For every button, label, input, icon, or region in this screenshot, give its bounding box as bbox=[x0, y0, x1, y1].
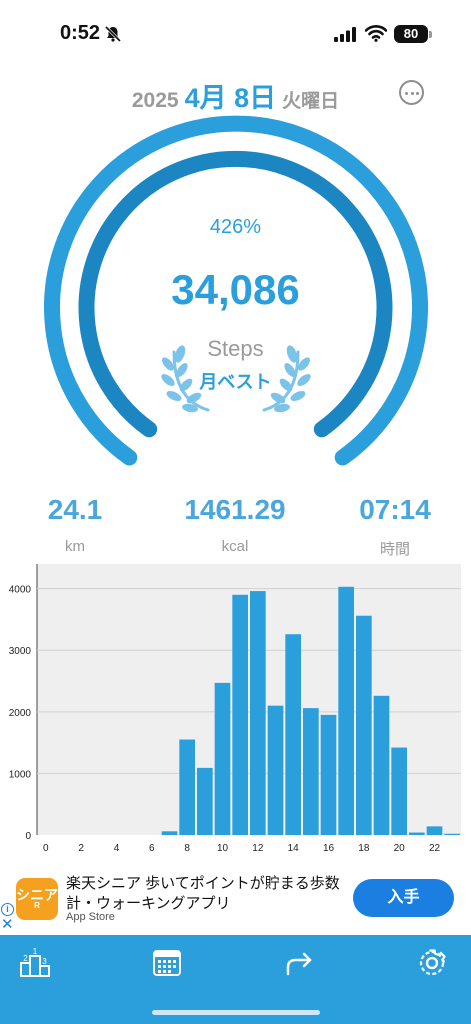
wifi-icon bbox=[365, 25, 387, 42]
distance-stat: 24.1 km bbox=[0, 494, 150, 555]
chart-y-tick-label: 4000 bbox=[9, 585, 32, 596]
battery-icon: 80 bbox=[394, 25, 428, 43]
chart-x-tick-label: 20 bbox=[394, 843, 406, 854]
chart-bar bbox=[426, 826, 443, 835]
svg-text:2: 2 bbox=[23, 954, 28, 963]
ad-install-button[interactable]: 入手 bbox=[353, 879, 454, 917]
chart-bar bbox=[391, 747, 407, 835]
chart-x-tick-label: 22 bbox=[429, 843, 441, 854]
chart-bar bbox=[161, 831, 178, 835]
chart-bar bbox=[338, 586, 354, 835]
chart-bar bbox=[267, 705, 284, 835]
ad-source: App Store bbox=[66, 911, 115, 923]
chart-bar bbox=[285, 634, 301, 835]
chart-bar bbox=[356, 615, 372, 835]
info-icon[interactable]: i bbox=[1, 903, 14, 916]
chart-bar bbox=[179, 739, 195, 835]
chart-x-tick-label: 6 bbox=[149, 843, 155, 854]
chart-x-tick-label: 10 bbox=[217, 843, 229, 854]
bell-slash-icon bbox=[104, 25, 122, 43]
ad-app-logo[interactable]: シニア R bbox=[16, 878, 58, 920]
chart-x-tick-label: 0 bbox=[43, 843, 49, 854]
svg-text:1: 1 bbox=[33, 947, 38, 956]
chart-y-tick-label: 2000 bbox=[9, 708, 32, 719]
steps-label: Steps bbox=[207, 336, 264, 361]
chart-bar bbox=[320, 714, 337, 835]
chart-y-tick-label: 0 bbox=[25, 831, 31, 842]
chart-y-tick-label: 1000 bbox=[9, 769, 32, 780]
ad-banner[interactable]: シニア R 楽天シニア 歩いてポイントが貯まる歩数計・ウォーキングアプリ App… bbox=[0, 870, 471, 934]
chart-bar bbox=[232, 594, 248, 835]
duration-value: 07:14 bbox=[359, 494, 431, 525]
chart-bar bbox=[409, 832, 425, 835]
ellipsis-circle-icon[interactable] bbox=[399, 80, 424, 105]
distance-unit: km bbox=[65, 538, 85, 555]
ranking-podium-icon[interactable]: 1 2 3 bbox=[18, 947, 54, 979]
date-month-day: 4月 8日 bbox=[184, 83, 277, 113]
status-bar: 0:52 80 bbox=[0, 0, 471, 64]
svg-text:3: 3 bbox=[42, 957, 47, 966]
duration-unit: 時間 bbox=[379, 541, 410, 558]
date-weekday: 火曜日 bbox=[282, 91, 340, 112]
chart-bar bbox=[303, 708, 319, 835]
chart-x-tick-label: 16 bbox=[323, 843, 335, 854]
home-indicator bbox=[152, 1010, 320, 1015]
chart-bar bbox=[197, 767, 213, 835]
chart-x-tick-label: 12 bbox=[252, 843, 264, 854]
chart-bar bbox=[373, 695, 390, 835]
ad-logo-sub: R bbox=[34, 901, 40, 910]
calories-stat: 1461.29 kcal bbox=[160, 494, 310, 555]
distance-value: 24.1 bbox=[47, 494, 103, 525]
chart-x-tick-label: 14 bbox=[288, 843, 300, 854]
ad-title[interactable]: 楽天シニア 歩いてポイントが貯まる歩数計・ウォーキングアプリ bbox=[66, 874, 346, 914]
hourly-steps-chart: 0 1000 2000 3000 4000 0 2 4 6 8 10 12 14 16 18 20 22 bbox=[9, 564, 461, 854]
chart-bar bbox=[214, 682, 231, 835]
cellular-signal-icon bbox=[334, 27, 356, 42]
chart-x-tick-label: 4 bbox=[114, 843, 120, 854]
chart-x-tick-label: 8 bbox=[184, 843, 190, 854]
duration-stat: 07:14 時間 bbox=[320, 494, 470, 559]
date-year: 2025 bbox=[131, 89, 179, 112]
settings-gear-icon[interactable] bbox=[414, 947, 450, 979]
chart-bar bbox=[250, 591, 266, 835]
chart-x-tick-label: 18 bbox=[358, 843, 370, 854]
chart-y-tick-label: 3000 bbox=[9, 646, 32, 657]
status-time: 0:52 bbox=[60, 22, 101, 44]
calendar-icon[interactable] bbox=[150, 947, 186, 979]
close-icon[interactable]: ✕ bbox=[1, 917, 14, 932]
chart-bar bbox=[444, 833, 460, 835]
goal-percentage: 426% bbox=[209, 216, 262, 238]
calories-value: 1461.29 bbox=[184, 494, 286, 525]
share-arrow-icon[interactable] bbox=[282, 947, 318, 979]
monthly-best-badge: 月ベスト bbox=[199, 372, 272, 392]
battery-cap bbox=[429, 31, 432, 38]
step-count: 34,086 bbox=[171, 266, 300, 313]
chart-x-tick-label: 2 bbox=[78, 843, 84, 854]
calories-unit: kcal bbox=[221, 538, 249, 555]
